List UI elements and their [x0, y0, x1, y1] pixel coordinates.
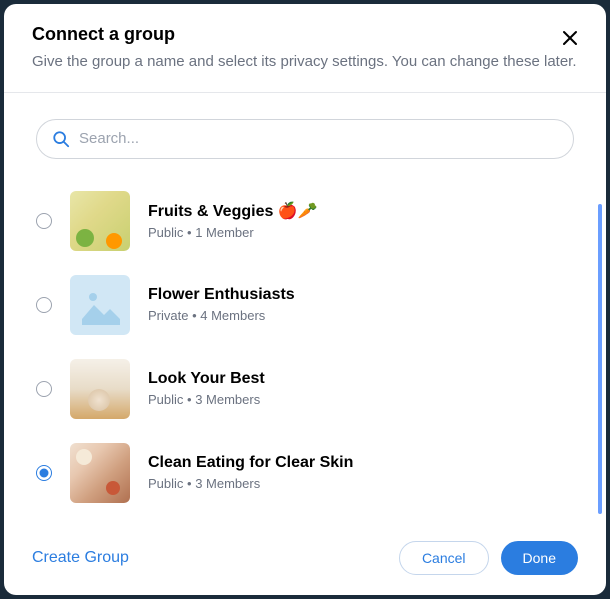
group-thumbnail: [70, 443, 130, 503]
modal-body: Fruits & Veggies 🍎🥕 Public • 1 Member Fl…: [4, 93, 606, 526]
group-item[interactable]: Fruits & Veggies 🍎🥕 Public • 1 Member: [36, 179, 574, 263]
group-meta: Public • 3 Members: [148, 476, 574, 491]
close-icon: [562, 30, 578, 46]
modal-title: Connect a group: [32, 24, 578, 45]
group-item[interactable]: Look Your Best Public • 3 Members: [36, 347, 574, 431]
group-info: Clean Eating for Clear Skin Public • 3 M…: [148, 454, 574, 491]
group-name: Clean Eating for Clear Skin: [148, 454, 574, 472]
group-thumbnail: [70, 191, 130, 251]
group-info: Fruits & Veggies 🍎🥕 Public • 1 Member: [148, 201, 574, 240]
group-name: Flower Enthusiasts: [148, 286, 574, 304]
create-group-link[interactable]: Create Group: [32, 549, 129, 567]
group-meta: Public • 3 Members: [148, 392, 574, 407]
done-button[interactable]: Done: [501, 541, 578, 575]
search-wrap: [36, 119, 574, 159]
group-name: Fruits & Veggies 🍎🥕: [148, 201, 574, 221]
group-list: Fruits & Veggies 🍎🥕 Public • 1 Member Fl…: [36, 179, 574, 515]
image-placeholder-icon: [80, 285, 120, 325]
group-thumbnail: [70, 275, 130, 335]
modal-header: Connect a group Give the group a name an…: [4, 4, 606, 93]
group-meta: Private • 4 Members: [148, 308, 574, 323]
group-item[interactable]: Clean Eating for Clear Skin Public • 3 M…: [36, 431, 574, 515]
connect-group-modal: Connect a group Give the group a name an…: [4, 4, 606, 595]
search-input[interactable]: [36, 119, 574, 159]
cancel-button[interactable]: Cancel: [399, 541, 489, 575]
group-info: Flower Enthusiasts Private • 4 Members: [148, 286, 574, 323]
modal-footer: Create Group Cancel Done: [4, 525, 606, 595]
radio-input[interactable]: [36, 213, 52, 229]
close-button[interactable]: [558, 26, 582, 50]
group-name: Look Your Best: [148, 370, 574, 388]
radio-input[interactable]: [36, 465, 52, 481]
group-info: Look Your Best Public • 3 Members: [148, 370, 574, 407]
modal-subtitle: Give the group a name and select its pri…: [32, 51, 578, 74]
group-item[interactable]: Flower Enthusiasts Private • 4 Members: [36, 263, 574, 347]
radio-input[interactable]: [36, 297, 52, 313]
search-icon: [52, 130, 70, 148]
group-thumbnail: [70, 359, 130, 419]
radio-input[interactable]: [36, 381, 52, 397]
group-meta: Public • 1 Member: [148, 225, 574, 240]
scrollbar[interactable]: [598, 204, 602, 514]
